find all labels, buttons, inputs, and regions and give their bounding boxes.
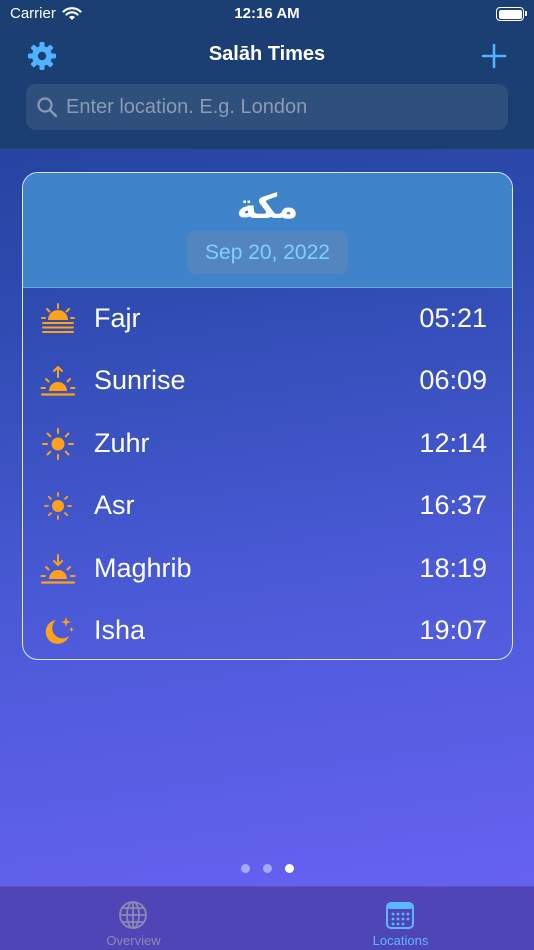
- page-dot[interactable]: [240, 864, 250, 873]
- prayer-time: 05:21: [419, 303, 487, 333]
- moon-stars-icon: [45, 616, 74, 644]
- prayer-name: Sunrise: [94, 365, 186, 396]
- search-icon: [37, 97, 58, 118]
- prayer-time: 16:37: [419, 490, 487, 521]
- date-badge[interactable]: Sep 20, 2022: [187, 231, 348, 274]
- prayer-time: 19:07: [419, 614, 487, 645]
- prayer-row-sunrise: Sunrise 06:09: [23, 350, 512, 412]
- page-dot[interactable]: [262, 864, 272, 873]
- page-indicator[interactable]: [0, 864, 534, 873]
- add-location-button[interactable]: [478, 40, 510, 72]
- tab-label: Overview: [106, 933, 161, 948]
- globe-icon: [119, 901, 147, 929]
- prayer-row-isha: Isha 19:07: [23, 600, 512, 659]
- prayer-name: Asr: [94, 490, 135, 521]
- city-name: مكة: [236, 187, 299, 227]
- prayer-list: Fajr 05:21 Sunrise 06:09 Zuhr 12:14 Asr …: [23, 288, 512, 659]
- prayer-row-asr: Asr 16:37: [23, 475, 512, 537]
- card-header: مكة Sep 20, 2022: [23, 173, 512, 288]
- prayer-name: Zuhr: [94, 427, 150, 458]
- status-bar: Carrier 12:16 AM: [0, 0, 534, 30]
- prayer-name: Isha: [94, 614, 146, 645]
- sun-small-icon: [44, 492, 72, 521]
- battery-icon: [496, 7, 527, 21]
- calendar-icon: [386, 902, 414, 929]
- dawn-icon: [41, 303, 75, 333]
- prayer-time: 18:19: [419, 552, 487, 583]
- page-title: Salāh Times: [208, 43, 326, 65]
- tab-bar: Overview Locations: [0, 886, 534, 950]
- tab-locations[interactable]: Locations: [267, 887, 534, 950]
- tab-overview[interactable]: Overview: [0, 887, 267, 950]
- prayer-name: Maghrib: [94, 552, 192, 583]
- search-input[interactable]: [66, 95, 486, 119]
- prayer-time: 12:14: [419, 427, 487, 458]
- navigation-header: Salāh Times: [0, 30, 534, 150]
- prayer-row-maghrib: Maghrib 18:19: [23, 538, 512, 600]
- tab-label: Locations: [372, 933, 429, 948]
- search-bar[interactable]: [26, 84, 508, 130]
- clock: 12:16 AM: [234, 5, 300, 22]
- page-dot-active[interactable]: [284, 864, 294, 873]
- prayer-times-card: مكة Sep 20, 2022 Fajr 05:21 Sunrise 06:0…: [22, 172, 513, 660]
- prayer-name: Fajr: [94, 303, 141, 333]
- prayer-row-zuhr: Zuhr 12:14: [23, 413, 512, 475]
- prayer-time: 06:09: [419, 365, 487, 396]
- prayer-row-fajr: Fajr 05:21: [23, 288, 512, 350]
- sunrise-icon: [40, 366, 76, 396]
- sunset-icon: [40, 553, 76, 584]
- sun-icon: [42, 427, 74, 460]
